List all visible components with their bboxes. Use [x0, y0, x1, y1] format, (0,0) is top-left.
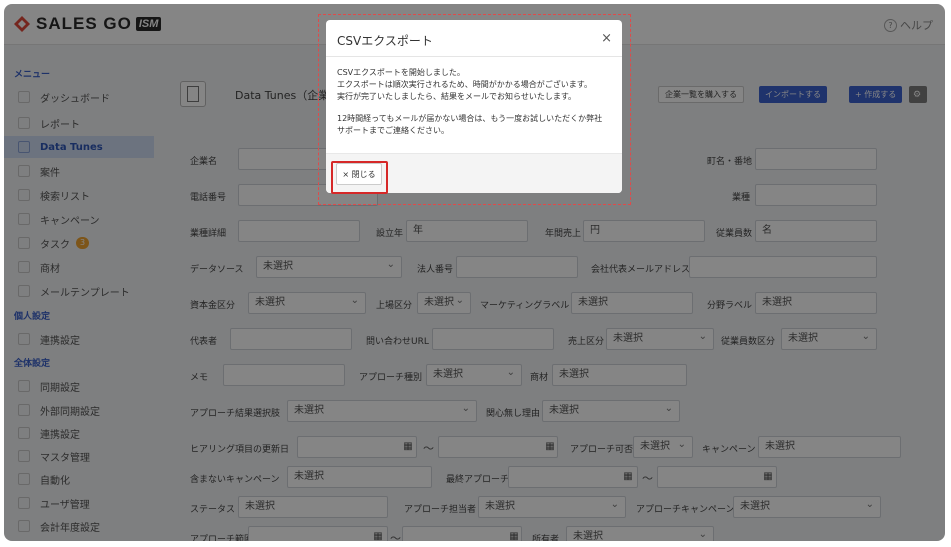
dialog-body: CSVエクスポートを開始しました。 エクスポートは順次実行されるため、時間がかか…: [326, 57, 622, 137]
dialog-message-line: エクスポートは順次実行されるため、時間がかかる場合がございます。: [337, 80, 592, 89]
dialog-header: CSVエクスポート ×: [326, 20, 622, 57]
close-icon[interactable]: ×: [601, 31, 612, 46]
dialog-message-line: 実行が完了いたしましたら、結果をメールでお知らせいたします。: [337, 92, 577, 101]
dialog-message-line: 12時間経ってもメールが届かない場合は、もう一度お試しいただくか弊社: [337, 114, 603, 123]
close-button-highlight: [331, 161, 388, 194]
dialog-message-line: CSVエクスポートを開始しました。: [337, 68, 465, 77]
dialog-message-line: サポートまでご連絡ください。: [337, 126, 449, 135]
dialog-title: CSVエクスポート: [337, 34, 433, 48]
